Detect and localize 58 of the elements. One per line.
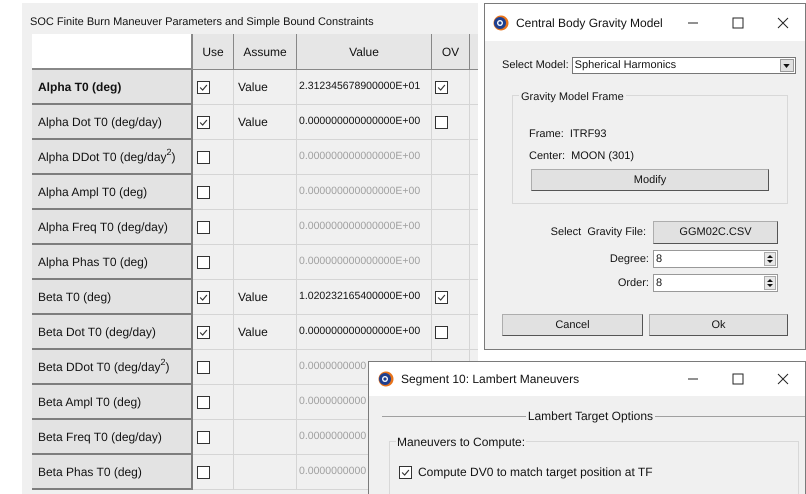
table-cell: 0.000000000000000E+00 [297,175,432,210]
checkbox[interactable] [197,326,210,338]
table-cell: 0.000000000000000E+00 [297,210,432,245]
column-header[interactable]: OV [432,34,470,70]
table-cell: 0.000000000000000E+00 [297,315,432,350]
panel-title: SOC Finite Burn Maneuver Parameters and Simple Bound Constraints [30,15,375,30]
group-title: Gravity Model Frame [519,89,626,106]
checkbox[interactable] [197,116,210,128]
field-label: Select Model: [502,58,569,74]
table-cell: Value [234,315,297,350]
table-cell: Value [234,105,297,140]
checkbox[interactable] [197,290,210,304]
button[interactable]: Ok [648,314,788,336]
checkbox[interactable] [435,326,448,338]
field-value: MOON (301) [571,148,634,164]
button[interactable]: Cancel [502,314,643,336]
table-cell: 1.020232165400000E+00 [297,280,432,315]
app-logo-icon [378,371,394,387]
close-icon[interactable] [776,373,788,385]
checkbox[interactable] [435,116,448,128]
field-label: Select Gravity File: [550,225,646,240]
table-cell: Value [234,280,297,315]
checkbox[interactable] [399,466,412,478]
column-header[interactable]: Assume [234,34,297,70]
checkbox[interactable] [197,80,210,94]
field-label: Degree: [610,252,649,267]
window-title: Central Body Gravity Model [516,14,663,32]
spin-box[interactable]: 8 [653,250,778,268]
table-cell [432,175,470,210]
row-header[interactable]: Beta T0 (deg) [32,280,193,315]
row-header[interactable]: Alpha Dot T0 (deg/day) [32,105,193,140]
button[interactable]: Modify [531,169,769,191]
row-header[interactable]: Beta Dot T0 (deg/day) [32,315,193,350]
close-icon[interactable] [776,16,788,28]
column-header[interactable]: Value [297,34,432,70]
table-cell: 2.312345678900000E+01 [297,70,432,105]
table-cell: 0.000000000000000E+00 [297,245,432,280]
field-label: Center: [529,148,566,164]
table-cell: Value [234,70,297,105]
maximize-icon[interactable] [732,16,744,28]
checkbox[interactable] [435,290,448,304]
model-dropdown[interactable]: Spherical Harmonics [572,57,796,74]
field-label: Order: [618,276,649,291]
spin-box[interactable]: 8 [653,274,778,292]
table-cell [432,210,470,245]
checkbox[interactable] [435,80,448,94]
spin-arrows-icon[interactable] [764,252,776,266]
column-header[interactable]: Use [193,34,234,70]
maximize-icon[interactable] [732,373,744,385]
table-cell: 0.000000000000000E+00 [297,140,432,175]
spin-arrows-icon[interactable] [764,276,776,290]
table-cell: 0.000000000000000E+00 [297,105,432,140]
button[interactable]: GGM02C.CSV [653,221,778,244]
field-value: ITRF93 [570,126,607,142]
app-logo-icon [493,14,509,30]
field-label: Frame: [529,126,564,142]
section-title: Lambert Target Options [528,408,653,425]
row-header[interactable]: Alpha T0 (deg) [32,70,193,105]
